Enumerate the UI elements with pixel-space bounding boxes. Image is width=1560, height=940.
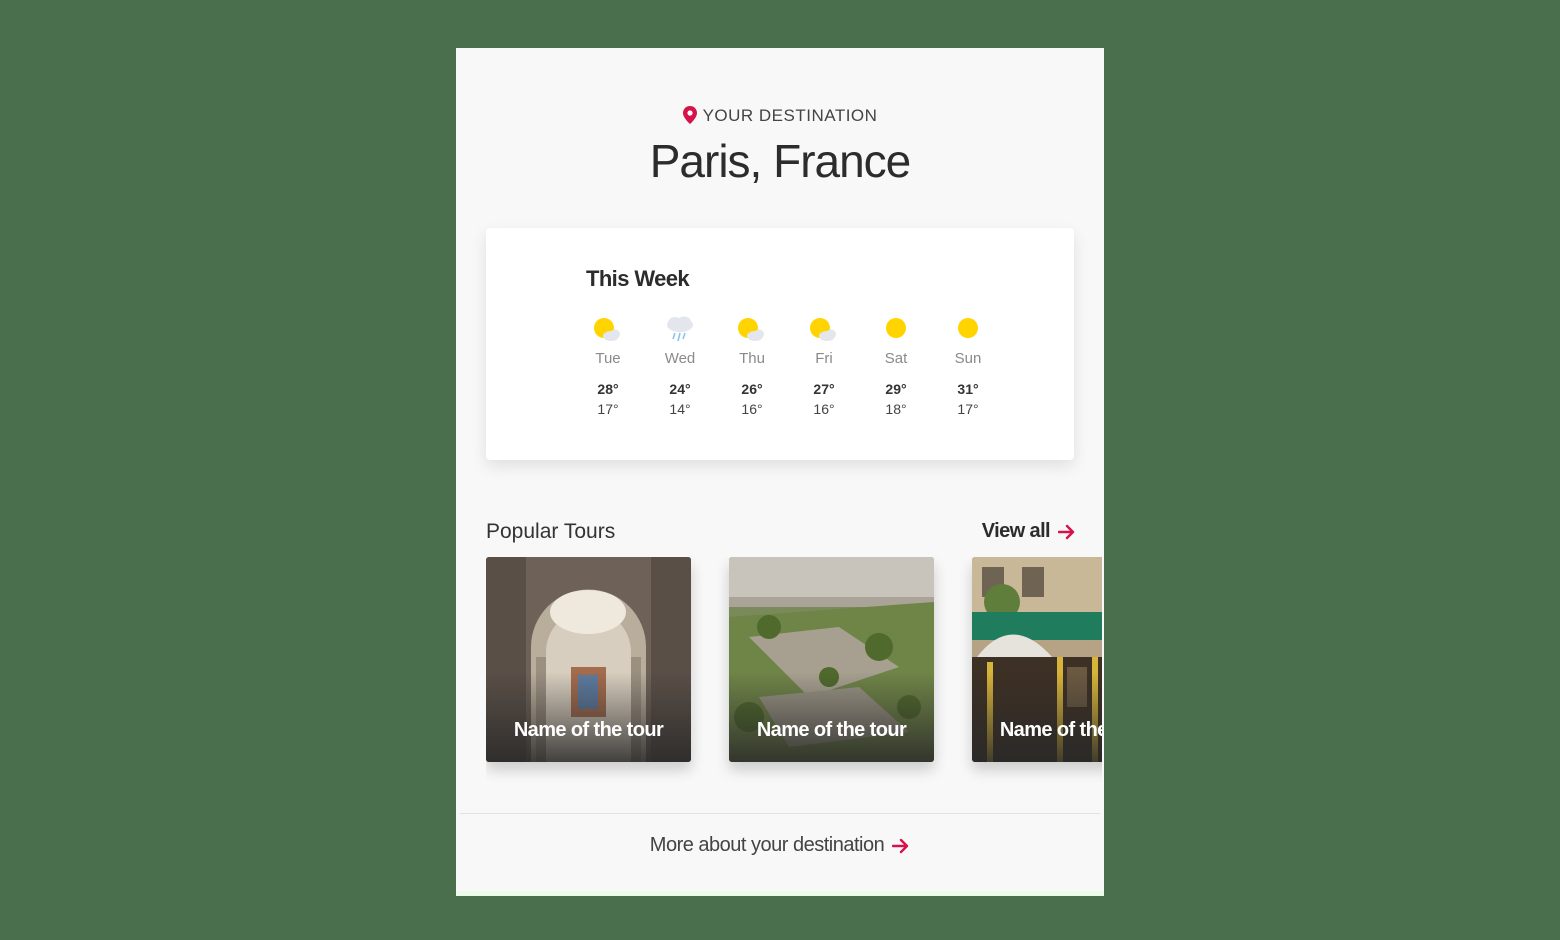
temp-low: 14° [669,401,691,417]
weather-day: Wed 24° 14° [644,316,716,417]
tour-shade [729,672,934,762]
day-name: Sun [954,350,982,367]
partly-sunny-icon [808,316,840,344]
tour-name: Name of the tour [513,719,664,741]
weather-day: Thu 26° 16° [716,316,788,417]
day-name: Thu [739,350,765,367]
temp-high: 24° [669,381,691,397]
more-about-label: More about your destination [649,834,885,856]
tour-name: Name of the tour [756,719,907,741]
day-name: Sat [884,350,908,367]
tour-card[interactable]: Name of the tour [486,557,691,762]
destination-label-text: YOUR DESTINATION [702,106,878,125]
temp-high: 26° [741,381,763,397]
temp-low: 16° [813,401,835,417]
weather-day: Sat 29° 18° [860,316,932,417]
tour-name: Name of the tour [999,719,1102,741]
partly-sunny-icon [736,316,768,344]
temp-low: 16° [741,401,763,417]
temp-high: 29° [885,381,907,397]
rain-icon [664,316,696,344]
weather-title: This Week [586,266,690,291]
temp-low: 18° [885,401,907,417]
destination-screen: YOUR DESTINATION Paris, France This Week… [456,48,1104,896]
sun-icon [880,316,912,344]
day-name: Fri [815,350,833,367]
weather-day: Fri 27° 16° [788,316,860,417]
tour-carousel[interactable]: Name of the tour Name of the tour Name o… [486,557,1102,797]
temp-high: 31° [957,381,979,397]
sun-icon [952,316,984,344]
bottom-strip [456,891,1104,896]
tour-shade [486,672,691,762]
temp-low: 17° [957,401,979,417]
weather-days: Tue 28° 17° Wed 24° 14° Thu 26° 16° Fri … [572,316,1004,417]
location-pin-icon [682,106,697,129]
day-name: Tue [595,350,621,367]
arrow-right-icon [892,838,909,853]
partly-sunny-icon [592,316,624,344]
tour-shade [972,672,1102,762]
weather-card: This Week Tue 28° 17° Wed 24° 14° Thu 26… [486,228,1074,460]
popular-tours-title: Popular Tours [486,520,616,543]
more-about-destination-link[interactable]: More about your destination [456,834,1104,857]
temp-high: 28° [597,381,619,397]
tour-card[interactable]: Name of the tour [972,557,1102,762]
tour-card[interactable]: Name of the tour [729,557,934,762]
arrow-right-icon [1058,524,1075,539]
view-all-link[interactable]: View all [982,520,1076,543]
view-all-label: View all [981,520,1051,542]
day-name: Wed [664,350,696,367]
divider [460,813,1100,814]
weather-day: Tue 28° 17° [572,316,644,417]
page-title: Paris, France [649,135,912,187]
temp-low: 17° [597,401,619,417]
temp-high: 27° [813,381,835,397]
weather-day: Sun 31° 17° [932,316,1004,417]
destination-label: YOUR DESTINATION [456,106,1104,129]
